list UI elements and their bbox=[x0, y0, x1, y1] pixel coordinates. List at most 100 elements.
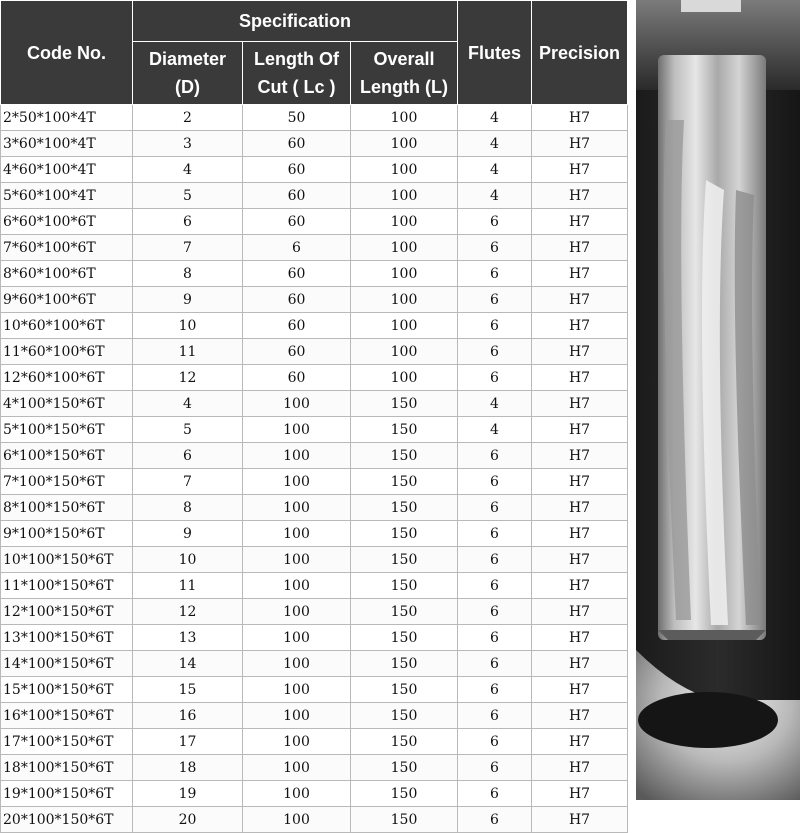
cell-diameter: 6 bbox=[132, 442, 243, 469]
cell-length-of-cut: 60 bbox=[242, 312, 351, 339]
cell-diameter: 2 bbox=[132, 104, 243, 131]
header-length-of-cut-line1: Length Of bbox=[254, 49, 339, 69]
cell-length-of-cut: 60 bbox=[242, 182, 351, 209]
cell-precision: H7 bbox=[531, 390, 629, 417]
cell-code-no: 18*100*150*6T bbox=[0, 754, 133, 781]
cell-length-of-cut: 100 bbox=[242, 702, 351, 729]
cell-code-no: 16*100*150*6T bbox=[0, 702, 133, 729]
cell-precision: H7 bbox=[531, 546, 629, 573]
cell-length-of-cut: 50 bbox=[242, 104, 351, 131]
table-row: 20*100*150*6T 20 100 150 6 H7 bbox=[0, 806, 629, 833]
cell-diameter: 8 bbox=[132, 494, 243, 521]
cell-overall-length: 100 bbox=[349, 364, 459, 391]
cell-code-no: 20*100*150*6T bbox=[0, 806, 133, 833]
table-row: 12*100*150*6T 12 100 150 6 H7 bbox=[0, 598, 629, 625]
cell-overall-length: 100 bbox=[349, 338, 459, 365]
reamer-illustration bbox=[636, 0, 800, 800]
cell-diameter: 19 bbox=[132, 780, 243, 807]
workpiece-hole bbox=[638, 692, 778, 748]
cell-precision: H7 bbox=[531, 468, 629, 495]
cell-flutes: 6 bbox=[457, 624, 533, 651]
table-row: 7*100*150*6T 7 100 150 6 H7 bbox=[0, 468, 629, 495]
cell-overall-length: 150 bbox=[349, 416, 459, 443]
cell-length-of-cut: 60 bbox=[242, 130, 351, 157]
cell-diameter: 13 bbox=[132, 624, 243, 651]
reamer-tip bbox=[658, 630, 766, 640]
header-diameter: Diameter (D) bbox=[132, 41, 243, 105]
header-flutes: Flutes bbox=[457, 0, 533, 105]
cell-code-no: 17*100*150*6T bbox=[0, 728, 133, 755]
cell-code-no: 10*100*150*6T bbox=[0, 546, 133, 573]
table-row: 15*100*150*6T 15 100 150 6 H7 bbox=[0, 676, 629, 703]
cell-precision: H7 bbox=[531, 338, 629, 365]
cell-length-of-cut: 60 bbox=[242, 338, 351, 365]
cell-length-of-cut: 100 bbox=[242, 650, 351, 677]
cell-precision: H7 bbox=[531, 676, 629, 703]
cell-precision: H7 bbox=[531, 182, 629, 209]
cell-overall-length: 150 bbox=[349, 468, 459, 495]
cell-diameter: 11 bbox=[132, 338, 243, 365]
cell-overall-length: 150 bbox=[349, 442, 459, 469]
cell-length-of-cut: 100 bbox=[242, 572, 351, 599]
table-row: 4*100*150*6T 4 100 150 4 H7 bbox=[0, 390, 629, 417]
cell-flutes: 6 bbox=[457, 728, 533, 755]
cell-length-of-cut: 60 bbox=[242, 286, 351, 313]
cell-flutes: 6 bbox=[457, 650, 533, 677]
header-specification: Specification bbox=[131, 0, 459, 42]
header-diameter-line2: (D) bbox=[175, 77, 200, 97]
chuck-highlight bbox=[681, 0, 741, 12]
cell-diameter: 5 bbox=[132, 182, 243, 209]
cell-flutes: 6 bbox=[457, 676, 533, 703]
cell-code-no: 12*100*150*6T bbox=[0, 598, 133, 625]
cell-precision: H7 bbox=[531, 702, 629, 729]
cell-code-no: 6*60*100*6T bbox=[0, 208, 133, 235]
cell-code-no: 7*100*150*6T bbox=[0, 468, 133, 495]
table-row: 18*100*150*6T 18 100 150 6 H7 bbox=[0, 754, 629, 781]
cell-diameter: 10 bbox=[132, 546, 243, 573]
cell-length-of-cut: 100 bbox=[242, 494, 351, 521]
cell-code-no: 6*100*150*6T bbox=[0, 442, 133, 469]
cell-diameter: 20 bbox=[132, 806, 243, 833]
cell-code-no: 5*60*100*4T bbox=[0, 182, 133, 209]
cell-flutes: 6 bbox=[457, 260, 533, 287]
cell-flutes: 6 bbox=[457, 754, 533, 781]
cell-precision: H7 bbox=[531, 104, 629, 131]
cell-precision: H7 bbox=[531, 598, 629, 625]
cell-code-no: 14*100*150*6T bbox=[0, 650, 133, 677]
cell-overall-length: 150 bbox=[349, 780, 459, 807]
table-row: 6*100*150*6T 6 100 150 6 H7 bbox=[0, 442, 629, 469]
cell-length-of-cut: 60 bbox=[242, 260, 351, 287]
cell-flutes: 6 bbox=[457, 702, 533, 729]
cell-overall-length: 100 bbox=[349, 260, 459, 287]
cell-overall-length: 150 bbox=[349, 754, 459, 781]
cell-overall-length: 150 bbox=[349, 494, 459, 521]
cell-flutes: 4 bbox=[457, 390, 533, 417]
cell-flutes: 6 bbox=[457, 364, 533, 391]
cell-overall-length: 150 bbox=[349, 624, 459, 651]
cell-overall-length: 150 bbox=[349, 702, 459, 729]
cell-length-of-cut: 60 bbox=[242, 208, 351, 235]
cell-overall-length: 100 bbox=[349, 156, 459, 183]
cell-diameter: 8 bbox=[132, 260, 243, 287]
table-row: 6*60*100*6T 6 60 100 6 H7 bbox=[0, 208, 629, 235]
table-row: 4*60*100*4T 4 60 100 4 H7 bbox=[0, 156, 629, 183]
cell-precision: H7 bbox=[531, 416, 629, 443]
cell-diameter: 5 bbox=[132, 416, 243, 443]
cell-precision: H7 bbox=[531, 156, 629, 183]
cell-length-of-cut: 100 bbox=[242, 806, 351, 833]
cell-flutes: 4 bbox=[457, 182, 533, 209]
cell-precision: H7 bbox=[531, 130, 629, 157]
cell-precision: H7 bbox=[531, 364, 629, 391]
table-row: 5*100*150*6T 5 100 150 4 H7 bbox=[0, 416, 629, 443]
cell-diameter: 9 bbox=[132, 286, 243, 313]
header-length-of-cut-line2: Cut ( Lc ) bbox=[257, 77, 336, 97]
table-row: 14*100*150*6T 14 100 150 6 H7 bbox=[0, 650, 629, 677]
cell-code-no: 9*100*150*6T bbox=[0, 520, 133, 547]
cell-code-no: 4*60*100*4T bbox=[0, 156, 133, 183]
cell-length-of-cut: 100 bbox=[242, 390, 351, 417]
cell-code-no: 15*100*150*6T bbox=[0, 676, 133, 703]
spec-table-body: 2*50*100*4T 2 50 100 4 H7 3*60*100*4T 3 60 100 4 H7… bbox=[0, 104, 629, 833]
cell-length-of-cut: 100 bbox=[242, 728, 351, 755]
cell-overall-length: 150 bbox=[349, 598, 459, 625]
cell-overall-length: 150 bbox=[349, 676, 459, 703]
